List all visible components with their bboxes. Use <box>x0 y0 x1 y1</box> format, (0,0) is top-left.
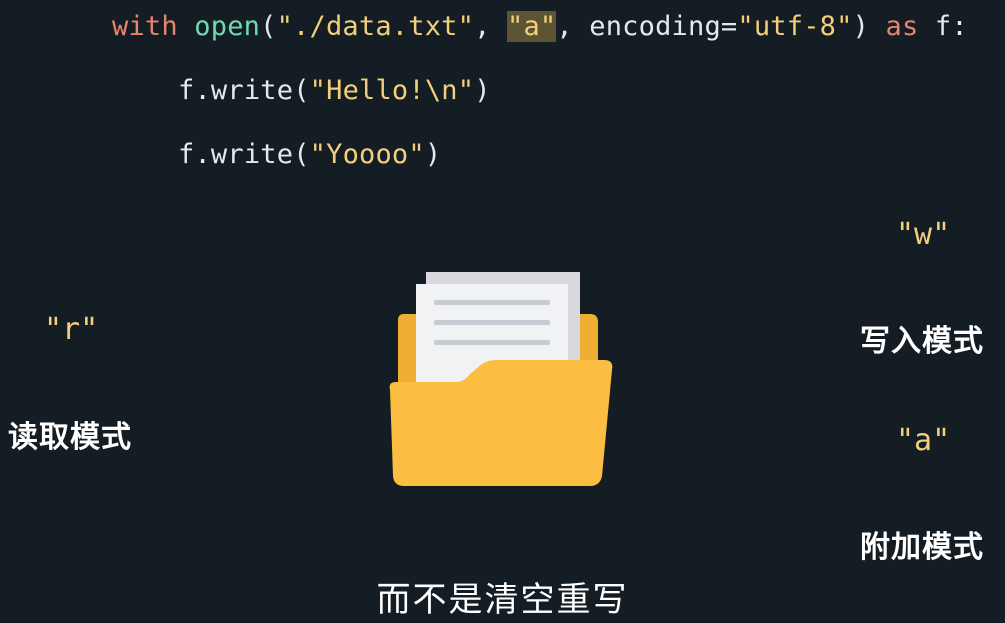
code-line-write-yoooo: f.write("Yoooo") <box>178 138 441 172</box>
string-mode-highlighted: "a" <box>506 11 557 42</box>
mode-label-write: 写入模式 <box>860 324 984 359</box>
mode-token-w: "w" <box>896 217 951 252</box>
paren-open: ( <box>260 11 277 42</box>
write-call: f.write( <box>178 139 310 170</box>
mode-token-r: "r" <box>44 312 99 347</box>
mode-label-read: 读取模式 <box>8 420 132 455</box>
string-encoding: "utf-8" <box>737 11 853 42</box>
write-close: ) <box>474 75 491 106</box>
paren-close: ) <box>852 11 886 42</box>
code-line-open: with open("./data.txt", "a", encoding="u… <box>112 10 968 44</box>
string-hello: "Hello!\n" <box>309 75 475 106</box>
encoding-arg: , encoding= <box>556 11 738 42</box>
keyword-with: with <box>112 11 178 42</box>
function-open: open <box>194 11 261 42</box>
mode-label-append: 附加模式 <box>860 530 984 565</box>
mode-token-a: "a" <box>896 423 951 458</box>
write-call: f.write( <box>178 75 310 106</box>
folder-document-icon <box>389 272 613 486</box>
paper-line <box>434 320 550 325</box>
string-yoooo: "Yoooo" <box>309 139 425 170</box>
write-close: ) <box>424 139 442 170</box>
keyword-as: as <box>885 11 919 42</box>
paper-line <box>434 300 550 305</box>
string-path: "./data.txt" <box>276 11 475 42</box>
subtitle-caption: 而不是清空重写 <box>376 580 629 620</box>
paper-line <box>434 340 550 345</box>
comma: , <box>474 11 507 42</box>
code-line-write-hello: f.write("Hello!\n") <box>178 74 491 108</box>
var-f: f: <box>918 11 968 42</box>
